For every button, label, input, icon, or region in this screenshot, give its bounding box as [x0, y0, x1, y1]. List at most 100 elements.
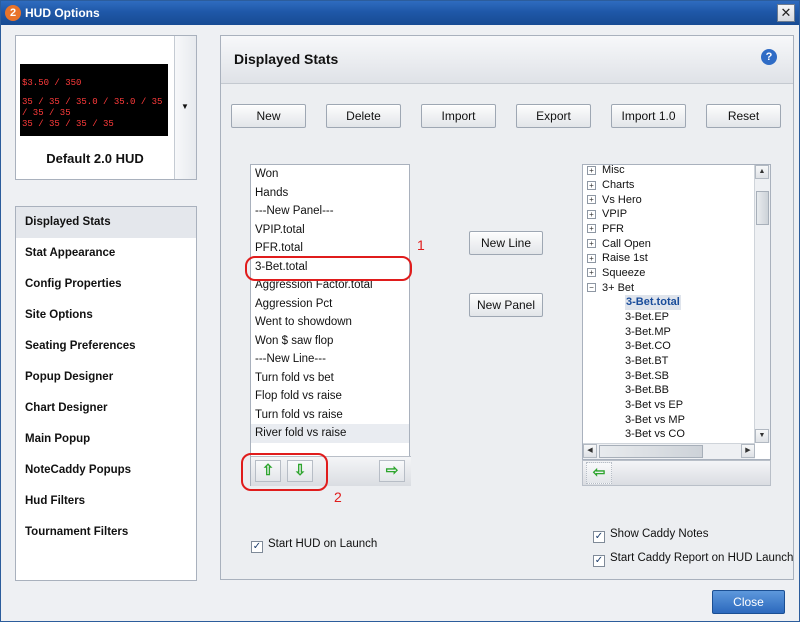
list-item[interactable]: PFR.total	[251, 239, 409, 258]
expand-icon[interactable]: +	[587, 165, 596, 175]
tree-group-raise-1st[interactable]: + Raise 1st	[587, 251, 648, 266]
tree-leaf[interactable]: 3-Bet.EP	[625, 310, 669, 325]
collapse-icon[interactable]: −	[587, 283, 596, 293]
list-item[interactable]: Won	[251, 165, 409, 184]
tree-group-charts[interactable]: + Charts	[587, 178, 634, 193]
hud-preview-line-2: 35 / 35 / 35.0 / 35.0 / 35 / 35 / 35	[22, 97, 163, 118]
panel-header: Displayed Stats ?	[221, 36, 793, 84]
list-item[interactable]: VPIP.total	[251, 221, 409, 240]
window-close-button[interactable]: ✕	[777, 4, 795, 22]
tree-group-misc[interactable]: + Misc	[587, 165, 625, 178]
tree-group-call-open[interactable]: + Call Open	[587, 237, 651, 252]
tree-group-pfr[interactable]: + PFR	[587, 222, 624, 237]
scroll-left-icon[interactable]: ◀	[583, 444, 597, 458]
tree-leaf[interactable]: 3-Bet.BB	[625, 383, 669, 398]
tree-leaf[interactable]: 3-Bet.CO	[625, 339, 671, 354]
expand-icon[interactable]: +	[587, 195, 596, 205]
scroll-thumb[interactable]	[599, 445, 703, 458]
nav-item-tournament-filters[interactable]: Tournament Filters	[16, 517, 196, 548]
new-button[interactable]: New	[231, 104, 306, 128]
nav-item-popup-designer[interactable]: Popup Designer	[16, 362, 196, 393]
reset-button[interactable]: Reset	[706, 104, 781, 128]
expand-icon[interactable]: +	[587, 180, 596, 190]
checkmark-icon[interactable]: ✓	[593, 555, 605, 567]
scroll-thumb[interactable]	[756, 191, 769, 225]
expand-icon[interactable]: +	[587, 253, 596, 263]
tree-group-vs-hero[interactable]: + Vs Hero	[587, 193, 642, 208]
hud-selector[interactable]: $3.50 / 350 35 / 35 / 35.0 / 35.0 / 35 /…	[15, 35, 197, 180]
list-item[interactable]: Turn fold vs bet	[251, 369, 409, 388]
annotation-highlight-2	[241, 453, 328, 491]
scroll-up-icon[interactable]: ▲	[755, 165, 769, 179]
list-item[interactable]: ---New Line---	[251, 350, 409, 369]
checkmark-icon[interactable]: ✓	[593, 531, 605, 543]
tree-toolbar: ⇦	[582, 460, 771, 486]
hud-dropdown-button[interactable]: ▼	[174, 36, 196, 179]
list-item[interactable]: Hands	[251, 184, 409, 203]
app-logo-icon: 2	[5, 5, 21, 21]
annotation-highlight-1	[245, 256, 412, 281]
tree-leaf[interactable]: 3-Bet vs EP	[625, 398, 683, 413]
panel-title: Displayed Stats	[234, 51, 339, 67]
new-panel-button[interactable]: New Panel	[469, 293, 543, 317]
annotation-label-1: 1	[417, 237, 425, 253]
delete-button[interactable]: Delete	[326, 104, 401, 128]
caddy-report-checkbox[interactable]: ✓ Start Caddy Report on HUD Launch	[593, 550, 793, 567]
hud-preview-line-3: 35 / 35 / 35 / 35	[22, 119, 114, 129]
annotation-label-2: 2	[334, 489, 342, 505]
scroll-right-icon[interactable]: ▶	[741, 444, 755, 458]
arrow-left-icon: ⇦	[592, 464, 606, 481]
displayed-stats-list[interactable]: Won Hands ---New Panel--- VPIP.total PFR…	[250, 164, 411, 486]
nav-item-seating-preferences[interactable]: Seating Preferences	[16, 331, 196, 362]
export-button[interactable]: Export	[516, 104, 591, 128]
nav-item-hud-filters[interactable]: Hud Filters	[16, 486, 196, 517]
title-bar: 2 HUD Options ✕	[1, 1, 799, 25]
window-title: HUD Options	[25, 6, 100, 20]
list-item[interactable]: Won $ saw flop	[251, 332, 409, 351]
tree-leaf-selected[interactable]: 3-Bet.total	[625, 295, 681, 310]
list-item[interactable]: ---New Panel---	[251, 202, 409, 221]
expand-icon[interactable]: +	[587, 224, 596, 234]
nav-item-chart-designer[interactable]: Chart Designer	[16, 393, 196, 424]
new-line-button[interactable]: New Line	[469, 231, 543, 255]
tree-group-vpip[interactable]: + VPIP	[587, 207, 627, 222]
list-item[interactable]: Aggression Pct	[251, 295, 409, 314]
scroll-down-icon[interactable]: ▼	[755, 429, 769, 443]
show-caddy-checkbox[interactable]: ✓ Show Caddy Notes	[593, 526, 708, 543]
available-stats-tree[interactable]: + Misc + Charts + Vs Hero + VPIP + PFR + Call …	[582, 164, 771, 460]
checkmark-icon[interactable]: ✓	[251, 541, 263, 553]
list-item[interactable]: Turn fold vs raise	[251, 406, 409, 425]
nav-item-notecaddy-popups[interactable]: NoteCaddy Popups	[16, 455, 196, 486]
nav-item-stat-appearance[interactable]: Stat Appearance	[16, 238, 196, 269]
tree-leaf[interactable]: 3-Bet.MP	[625, 325, 671, 340]
tree-horizontal-scrollbar[interactable]: ◀ ▶	[583, 443, 755, 459]
import-1-0-button[interactable]: Import 1.0	[611, 104, 686, 128]
hud-options-window: 2 HUD Options ✕ $3.50 / 350 35 / 35 / 35…	[0, 0, 800, 622]
tree-leaf[interactable]: 3-Bet vs MP	[625, 413, 685, 428]
list-item[interactable]: Flop fold vs raise	[251, 387, 409, 406]
nav-item-config-properties[interactable]: Config Properties	[16, 269, 196, 300]
nav-item-displayed-stats[interactable]: Displayed Stats	[16, 207, 196, 238]
help-icon[interactable]: ?	[761, 49, 777, 65]
nav-item-site-options[interactable]: Site Options	[16, 300, 196, 331]
start-hud-checkbox[interactable]: ✓ Start HUD on Launch	[251, 536, 377, 553]
list-item[interactable]: Went to showdown	[251, 313, 409, 332]
expand-icon[interactable]: +	[587, 209, 596, 219]
tree-leaf[interactable]: 3-Bet.SB	[625, 369, 669, 384]
tree-leaf[interactable]: 3-Bet.BT	[625, 354, 668, 369]
hud-preview-image: $3.50 / 350 35 / 35 / 35.0 / 35.0 / 35 /…	[20, 64, 168, 136]
close-button[interactable]: Close	[712, 590, 785, 614]
move-left-button[interactable]: ⇦	[586, 462, 612, 484]
expand-icon[interactable]: +	[587, 268, 596, 278]
move-right-button[interactable]: ⇨	[379, 460, 405, 482]
list-item[interactable]: River fold vs raise	[251, 424, 409, 443]
tree-vertical-scrollbar[interactable]: ▲ ▼	[754, 165, 770, 443]
options-nav: Displayed Stats Stat Appearance Config P…	[15, 206, 197, 581]
import-button[interactable]: Import	[421, 104, 496, 128]
hud-name: Default 2.0 HUD	[46, 151, 144, 166]
tree-group-squeeze[interactable]: + Squeeze	[587, 266, 645, 281]
nav-item-main-popup[interactable]: Main Popup	[16, 424, 196, 455]
tree-leaf[interactable]: 3-Bet vs CO	[625, 427, 685, 442]
expand-icon[interactable]: +	[587, 239, 596, 249]
tree-group-3-bet[interactable]: −3+ Bet	[587, 281, 634, 296]
